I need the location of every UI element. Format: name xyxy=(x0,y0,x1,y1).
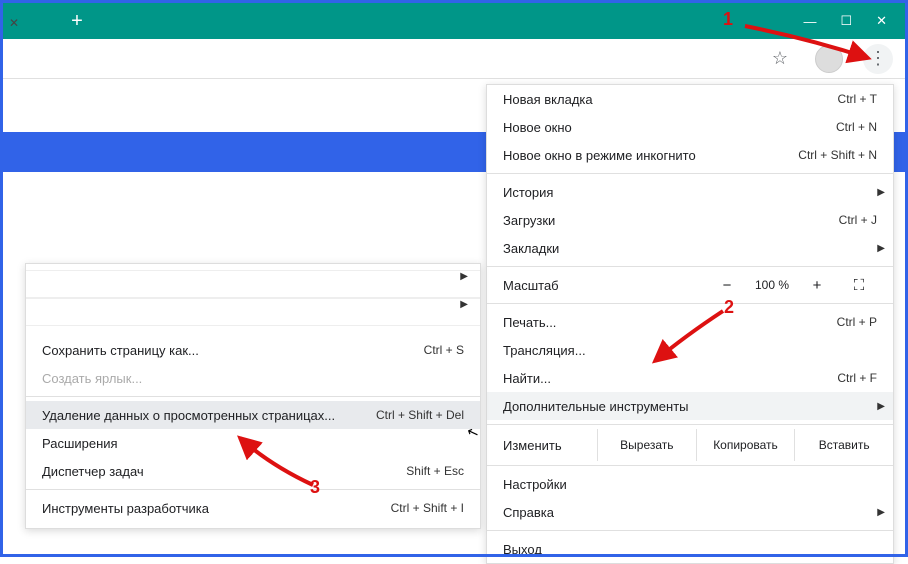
menu-item-bookmarks[interactable]: Закладки▶ xyxy=(487,234,893,262)
chevron-right-icon: ▶ xyxy=(460,299,468,310)
browser-tab[interactable]: ✕ xyxy=(3,4,33,39)
menu-item-new-tab[interactable]: Новая вкладкаCtrl + T xyxy=(487,85,893,113)
zoom-plus-button[interactable]: + xyxy=(799,277,835,294)
fullscreen-icon[interactable]: ⛶ xyxy=(841,277,877,294)
annotation-arrow-3 xyxy=(225,430,325,500)
menu-item-more-tools[interactable]: Дополнительные инструменты▶ xyxy=(487,392,893,420)
submenu-save-page-as[interactable]: Сохранить страницу как...Ctrl + S xyxy=(26,336,480,364)
chevron-right-icon: ▶ xyxy=(877,243,885,254)
close-tab-icon[interactable]: ✕ xyxy=(9,16,19,30)
submenu-placeholder-row[interactable]: ▶ xyxy=(26,270,480,298)
chevron-right-icon: ▶ xyxy=(460,271,468,282)
edit-cut-button[interactable]: Вырезать xyxy=(597,429,696,461)
menu-item-history[interactable]: История▶ xyxy=(487,178,893,206)
chevron-right-icon: ▶ xyxy=(877,187,885,198)
menu-item-new-window[interactable]: Новое окноCtrl + N xyxy=(487,113,893,141)
chevron-right-icon: ▶ xyxy=(877,507,885,518)
annotation-number-1: 1 xyxy=(723,9,733,30)
submenu-placeholder-row[interactable]: ▶ xyxy=(26,298,480,326)
submenu-create-shortcut[interactable]: Создать ярлык... xyxy=(26,364,480,392)
submenu-clear-browsing-data[interactable]: Удаление данных о просмотренных страница… xyxy=(26,401,480,429)
chevron-right-icon: ▶ xyxy=(877,401,885,412)
edit-copy-button[interactable]: Копировать xyxy=(696,429,795,461)
zoom-minus-button[interactable]: − xyxy=(709,277,745,294)
menu-item-settings[interactable]: Настройки xyxy=(487,470,893,498)
zoom-value: 100 % xyxy=(745,278,799,292)
menu-item-exit[interactable]: Выход xyxy=(487,535,893,563)
menu-item-downloads[interactable]: ЗагрузкиCtrl + J xyxy=(487,206,893,234)
edit-paste-button[interactable]: Вставить xyxy=(794,429,893,461)
annotation-arrow-2 xyxy=(635,306,735,376)
menu-item-help[interactable]: Справка▶ xyxy=(487,498,893,526)
menu-item-zoom: Масштаб − 100 % + ⛶ xyxy=(487,271,893,299)
menu-item-incognito[interactable]: Новое окно в режиме инкогнитоCtrl + Shif… xyxy=(487,141,893,169)
annotation-arrow-1 xyxy=(740,14,880,74)
new-tab-button[interactable]: + xyxy=(63,7,91,35)
menu-item-edit: Изменить Вырезать Копировать Вставить xyxy=(487,429,893,461)
